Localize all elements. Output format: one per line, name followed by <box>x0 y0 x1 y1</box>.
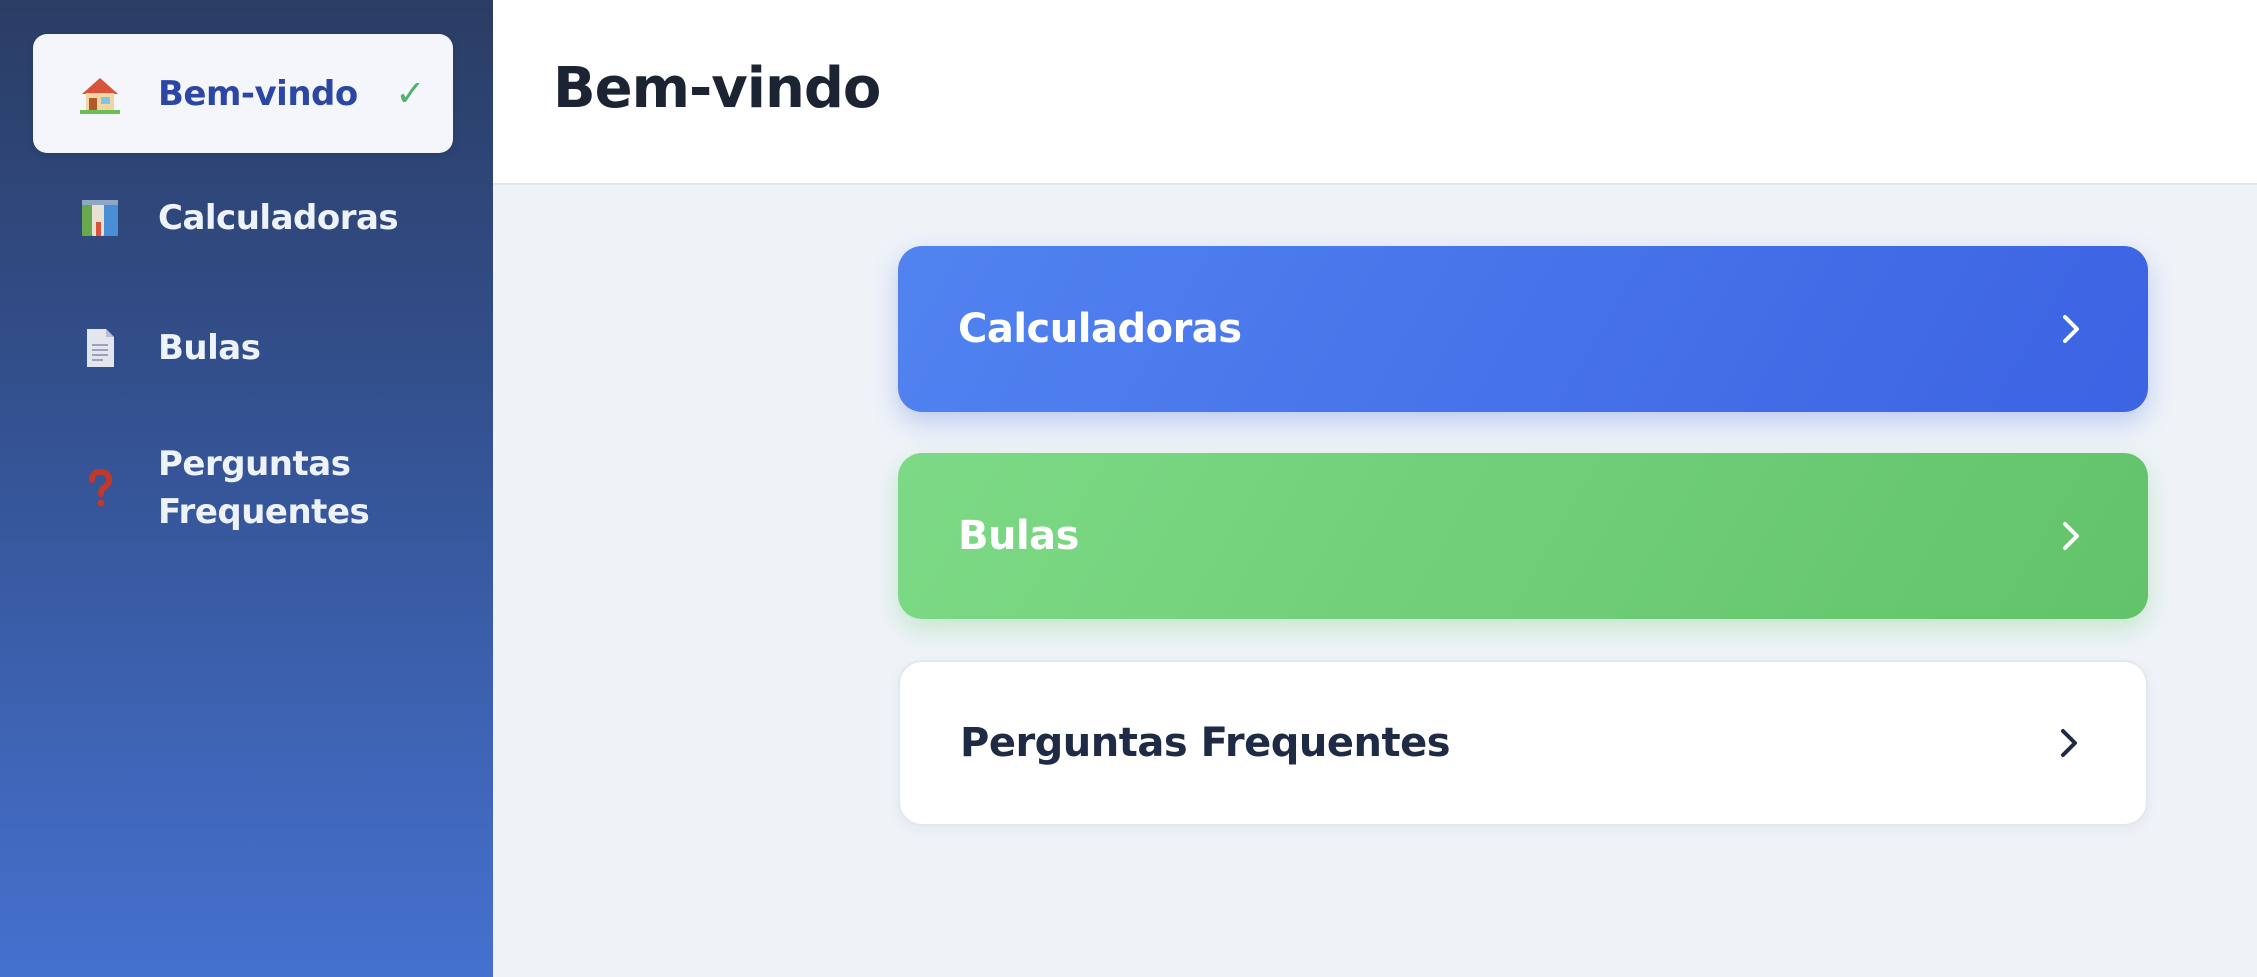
sidebar-item-label-line1: Perguntas <box>158 444 351 484</box>
sidebar-item-label: Calculadoras <box>158 198 399 238</box>
sidebar-item-perguntas-frequentes[interactable]: Perguntas Frequentes <box>33 413 453 563</box>
page-header: Bem-vindo <box>493 0 2257 185</box>
card-label: Bulas <box>958 513 1079 559</box>
sidebar-item-calculadoras[interactable]: Calculadoras <box>33 153 453 283</box>
sidebar-item-label-line2: Frequentes <box>158 492 370 532</box>
sidebar: Bem-vindo ✓ Calculadoras Bulas Perguntas… <box>0 0 493 977</box>
document-icon <box>77 325 123 371</box>
card-label: Calculadoras <box>958 306 1242 352</box>
books-icon <box>77 195 123 241</box>
sidebar-item-bulas[interactable]: Bulas <box>33 283 453 413</box>
sidebar-item-bem-vindo[interactable]: Bem-vindo ✓ <box>33 34 453 153</box>
sidebar-item-label: Bulas <box>158 328 261 368</box>
chevron-right-icon <box>2060 518 2088 554</box>
sidebar-item-label: Bem-vindo <box>158 73 358 114</box>
chevron-right-icon <box>2060 311 2088 347</box>
content-area: Calculadoras Bulas Perguntas Frequentes <box>493 185 2257 977</box>
question-icon <box>77 465 123 511</box>
chevron-right-icon <box>2058 725 2086 761</box>
checkmark-icon: ✓ <box>395 73 425 114</box>
house-icon <box>77 71 123 117</box>
sidebar-item-label: Perguntas Frequentes <box>158 440 370 536</box>
main-area: Bem-vindo Calculadoras Bulas Perguntas F… <box>493 0 2257 977</box>
page-title: Bem-vindo <box>553 56 881 121</box>
card-label: Perguntas Frequentes <box>960 720 1451 766</box>
app-root: Bem-vindo ✓ Calculadoras Bulas Perguntas… <box>0 0 2257 977</box>
card-perguntas-frequentes[interactable]: Perguntas Frequentes <box>898 660 2148 826</box>
card-bulas[interactable]: Bulas <box>898 453 2148 619</box>
card-calculadoras[interactable]: Calculadoras <box>898 246 2148 412</box>
